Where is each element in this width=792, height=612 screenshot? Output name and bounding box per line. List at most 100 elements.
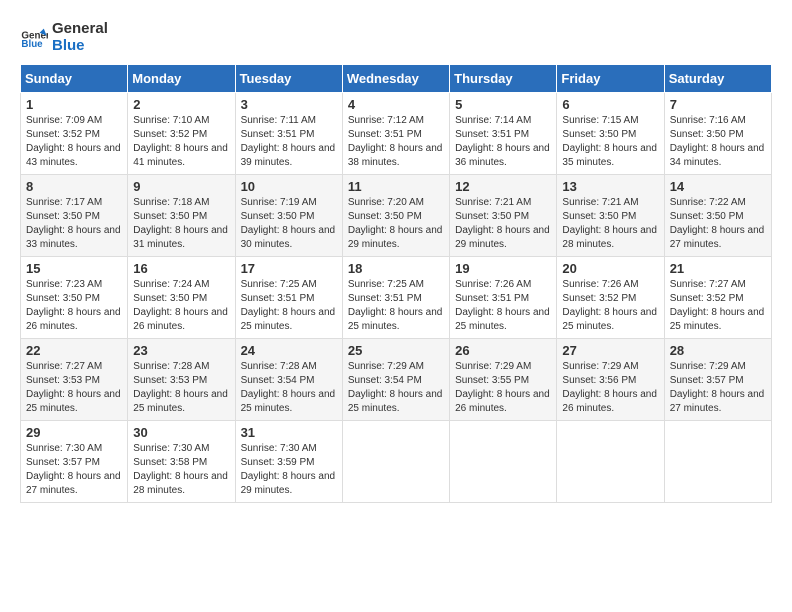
cell-info: Sunrise: 7:11 AMSunset: 3:51 PMDaylight:… bbox=[241, 114, 337, 170]
week-row-2: 8 Sunrise: 7:17 AMSunset: 3:50 PMDayligh… bbox=[21, 175, 772, 257]
cell-info: Sunrise: 7:26 AMSunset: 3:51 PMDaylight:… bbox=[455, 278, 551, 334]
cell-info: Sunrise: 7:27 AMSunset: 3:53 PMDaylight:… bbox=[26, 360, 122, 416]
day-cell: 3 Sunrise: 7:11 AMSunset: 3:51 PMDayligh… bbox=[235, 93, 342, 175]
cell-info: Sunrise: 7:30 AMSunset: 3:58 PMDaylight:… bbox=[133, 442, 229, 498]
week-row-5: 29 Sunrise: 7:30 AMSunset: 3:57 PMDaylig… bbox=[21, 421, 772, 503]
cell-info: Sunrise: 7:29 AMSunset: 3:55 PMDaylight:… bbox=[455, 360, 551, 416]
day-cell: 26 Sunrise: 7:29 AMSunset: 3:55 PMDaylig… bbox=[450, 339, 557, 421]
cell-info: Sunrise: 7:24 AMSunset: 3:50 PMDaylight:… bbox=[133, 278, 229, 334]
day-number: 21 bbox=[670, 261, 766, 276]
logo: General Blue General Blue bbox=[20, 20, 108, 54]
day-cell: 4 Sunrise: 7:12 AMSunset: 3:51 PMDayligh… bbox=[342, 93, 449, 175]
cell-info: Sunrise: 7:21 AMSunset: 3:50 PMDaylight:… bbox=[562, 196, 658, 252]
day-cell bbox=[664, 421, 771, 503]
day-cell bbox=[342, 421, 449, 503]
cell-info: Sunrise: 7:28 AMSunset: 3:53 PMDaylight:… bbox=[133, 360, 229, 416]
calendar-header: SundayMondayTuesdayWednesdayThursdayFrid… bbox=[21, 65, 772, 93]
header-cell-monday: Monday bbox=[128, 65, 235, 93]
day-cell: 15 Sunrise: 7:23 AMSunset: 3:50 PMDaylig… bbox=[21, 257, 128, 339]
day-cell: 23 Sunrise: 7:28 AMSunset: 3:53 PMDaylig… bbox=[128, 339, 235, 421]
day-cell: 14 Sunrise: 7:22 AMSunset: 3:50 PMDaylig… bbox=[664, 175, 771, 257]
cell-info: Sunrise: 7:18 AMSunset: 3:50 PMDaylight:… bbox=[133, 196, 229, 252]
day-cell: 29 Sunrise: 7:30 AMSunset: 3:57 PMDaylig… bbox=[21, 421, 128, 503]
cell-info: Sunrise: 7:14 AMSunset: 3:51 PMDaylight:… bbox=[455, 114, 551, 170]
svg-text:Blue: Blue bbox=[21, 39, 43, 50]
day-cell: 18 Sunrise: 7:25 AMSunset: 3:51 PMDaylig… bbox=[342, 257, 449, 339]
cell-info: Sunrise: 7:12 AMSunset: 3:51 PMDaylight:… bbox=[348, 114, 444, 170]
day-number: 15 bbox=[26, 261, 122, 276]
day-number: 9 bbox=[133, 179, 229, 194]
cell-info: Sunrise: 7:22 AMSunset: 3:50 PMDaylight:… bbox=[670, 196, 766, 252]
header-cell-saturday: Saturday bbox=[664, 65, 771, 93]
header-cell-friday: Friday bbox=[557, 65, 664, 93]
cell-info: Sunrise: 7:30 AMSunset: 3:57 PMDaylight:… bbox=[26, 442, 122, 498]
day-cell: 12 Sunrise: 7:21 AMSunset: 3:50 PMDaylig… bbox=[450, 175, 557, 257]
header-row: SundayMondayTuesdayWednesdayThursdayFrid… bbox=[21, 65, 772, 93]
day-cell: 22 Sunrise: 7:27 AMSunset: 3:53 PMDaylig… bbox=[21, 339, 128, 421]
cell-info: Sunrise: 7:27 AMSunset: 3:52 PMDaylight:… bbox=[670, 278, 766, 334]
cell-info: Sunrise: 7:25 AMSunset: 3:51 PMDaylight:… bbox=[241, 278, 337, 334]
cell-info: Sunrise: 7:29 AMSunset: 3:54 PMDaylight:… bbox=[348, 360, 444, 416]
cell-info: Sunrise: 7:09 AMSunset: 3:52 PMDaylight:… bbox=[26, 114, 122, 170]
day-number: 5 bbox=[455, 97, 551, 112]
cell-info: Sunrise: 7:20 AMSunset: 3:50 PMDaylight:… bbox=[348, 196, 444, 252]
day-cell bbox=[450, 421, 557, 503]
day-cell: 27 Sunrise: 7:29 AMSunset: 3:56 PMDaylig… bbox=[557, 339, 664, 421]
day-number: 30 bbox=[133, 425, 229, 440]
day-number: 25 bbox=[348, 343, 444, 358]
day-number: 23 bbox=[133, 343, 229, 358]
day-cell: 9 Sunrise: 7:18 AMSunset: 3:50 PMDayligh… bbox=[128, 175, 235, 257]
day-number: 17 bbox=[241, 261, 337, 276]
day-number: 3 bbox=[241, 97, 337, 112]
logo-icon: General Blue bbox=[20, 23, 48, 51]
cell-info: Sunrise: 7:29 AMSunset: 3:57 PMDaylight:… bbox=[670, 360, 766, 416]
day-cell: 16 Sunrise: 7:24 AMSunset: 3:50 PMDaylig… bbox=[128, 257, 235, 339]
cell-info: Sunrise: 7:26 AMSunset: 3:52 PMDaylight:… bbox=[562, 278, 658, 334]
day-number: 27 bbox=[562, 343, 658, 358]
logo-text-blue: Blue bbox=[52, 37, 108, 54]
day-number: 10 bbox=[241, 179, 337, 194]
day-cell: 31 Sunrise: 7:30 AMSunset: 3:59 PMDaylig… bbox=[235, 421, 342, 503]
day-number: 24 bbox=[241, 343, 337, 358]
cell-info: Sunrise: 7:19 AMSunset: 3:50 PMDaylight:… bbox=[241, 196, 337, 252]
calendar-table: SundayMondayTuesdayWednesdayThursdayFrid… bbox=[20, 64, 772, 503]
day-cell: 21 Sunrise: 7:27 AMSunset: 3:52 PMDaylig… bbox=[664, 257, 771, 339]
day-cell: 28 Sunrise: 7:29 AMSunset: 3:57 PMDaylig… bbox=[664, 339, 771, 421]
day-number: 6 bbox=[562, 97, 658, 112]
day-number: 8 bbox=[26, 179, 122, 194]
cell-info: Sunrise: 7:10 AMSunset: 3:52 PMDaylight:… bbox=[133, 114, 229, 170]
cell-info: Sunrise: 7:25 AMSunset: 3:51 PMDaylight:… bbox=[348, 278, 444, 334]
header-cell-wednesday: Wednesday bbox=[342, 65, 449, 93]
cell-info: Sunrise: 7:21 AMSunset: 3:50 PMDaylight:… bbox=[455, 196, 551, 252]
day-number: 11 bbox=[348, 179, 444, 194]
day-cell: 5 Sunrise: 7:14 AMSunset: 3:51 PMDayligh… bbox=[450, 93, 557, 175]
header-cell-sunday: Sunday bbox=[21, 65, 128, 93]
cell-info: Sunrise: 7:16 AMSunset: 3:50 PMDaylight:… bbox=[670, 114, 766, 170]
day-number: 31 bbox=[241, 425, 337, 440]
day-cell: 8 Sunrise: 7:17 AMSunset: 3:50 PMDayligh… bbox=[21, 175, 128, 257]
day-number: 2 bbox=[133, 97, 229, 112]
cell-info: Sunrise: 7:28 AMSunset: 3:54 PMDaylight:… bbox=[241, 360, 337, 416]
header-cell-thursday: Thursday bbox=[450, 65, 557, 93]
week-row-4: 22 Sunrise: 7:27 AMSunset: 3:53 PMDaylig… bbox=[21, 339, 772, 421]
day-cell: 11 Sunrise: 7:20 AMSunset: 3:50 PMDaylig… bbox=[342, 175, 449, 257]
logo-text-general: General bbox=[52, 20, 108, 37]
cell-info: Sunrise: 7:29 AMSunset: 3:56 PMDaylight:… bbox=[562, 360, 658, 416]
day-cell: 17 Sunrise: 7:25 AMSunset: 3:51 PMDaylig… bbox=[235, 257, 342, 339]
day-number: 20 bbox=[562, 261, 658, 276]
day-number: 28 bbox=[670, 343, 766, 358]
day-cell: 1 Sunrise: 7:09 AMSunset: 3:52 PMDayligh… bbox=[21, 93, 128, 175]
day-cell: 19 Sunrise: 7:26 AMSunset: 3:51 PMDaylig… bbox=[450, 257, 557, 339]
calendar-body: 1 Sunrise: 7:09 AMSunset: 3:52 PMDayligh… bbox=[21, 93, 772, 503]
day-number: 1 bbox=[26, 97, 122, 112]
day-cell: 7 Sunrise: 7:16 AMSunset: 3:50 PMDayligh… bbox=[664, 93, 771, 175]
day-number: 18 bbox=[348, 261, 444, 276]
day-cell bbox=[557, 421, 664, 503]
day-number: 4 bbox=[348, 97, 444, 112]
day-cell: 6 Sunrise: 7:15 AMSunset: 3:50 PMDayligh… bbox=[557, 93, 664, 175]
day-cell: 25 Sunrise: 7:29 AMSunset: 3:54 PMDaylig… bbox=[342, 339, 449, 421]
week-row-3: 15 Sunrise: 7:23 AMSunset: 3:50 PMDaylig… bbox=[21, 257, 772, 339]
day-number: 12 bbox=[455, 179, 551, 194]
day-number: 19 bbox=[455, 261, 551, 276]
day-cell: 2 Sunrise: 7:10 AMSunset: 3:52 PMDayligh… bbox=[128, 93, 235, 175]
